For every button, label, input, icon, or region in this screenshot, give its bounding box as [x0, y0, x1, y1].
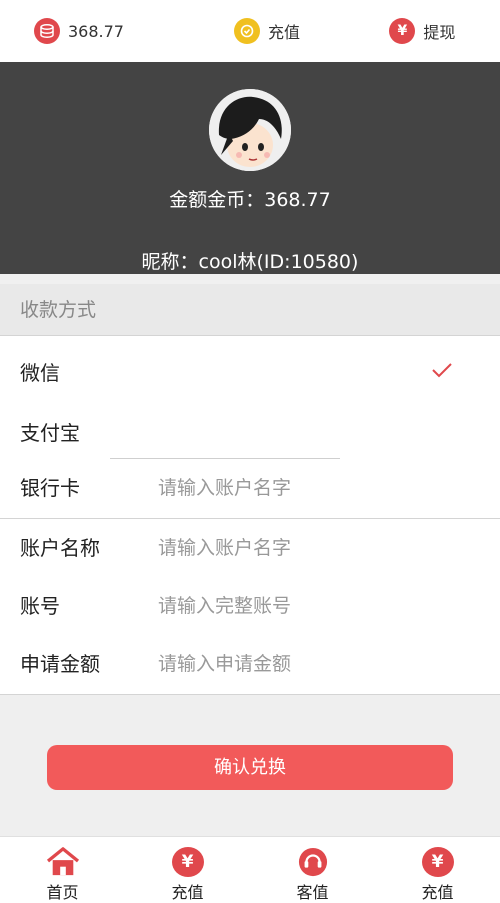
- yen-icon: ¥: [389, 18, 416, 44]
- tab-label: 首页: [46, 883, 79, 902]
- home-icon: [46, 847, 79, 876]
- recharge-label: 充值: [267, 23, 300, 42]
- amount-label: 申请金额: [20, 652, 100, 676]
- account-number-label: 账号: [20, 594, 60, 618]
- coins-icon: [34, 18, 60, 44]
- profile-header: 金额金币：368.77 昵称：cool林(ID:10580): [0, 62, 500, 274]
- account-name-input[interactable]: 请输入账户名字: [158, 519, 291, 577]
- bank-input[interactable]: 请输入账户名字: [158, 459, 291, 517]
- tab-label: 充值: [421, 883, 454, 902]
- coins-balance: 金额金币：368.77: [169, 189, 331, 211]
- balance-value: 368.77: [68, 21, 124, 41]
- yen-icon: ¥: [171, 847, 204, 877]
- recharge-icon: [233, 18, 260, 44]
- account-number-row: 账号 请输入完整账号: [0, 577, 500, 635]
- service-icon: [298, 847, 327, 877]
- tab-home[interactable]: 首页: [0, 837, 125, 903]
- bank-card-row[interactable]: 银行卡 请输入账户名字: [0, 459, 500, 517]
- tab-recharge[interactable]: ¥ 充值: [125, 837, 250, 903]
- tab-label: 充值: [171, 883, 204, 902]
- section-title: 收款方式: [0, 284, 500, 336]
- recharge-link[interactable]: 充值: [189, 18, 344, 44]
- amount-input[interactable]: 请输入申请金额: [158, 635, 291, 693]
- top-bar: 368.77 充值 ¥ 提现: [0, 0, 500, 62]
- payment-option-bank[interactable]: 银行卡: [20, 459, 80, 517]
- confirm-exchange-button[interactable]: 确认兑换: [47, 745, 453, 790]
- nickname: 昵称：cool林(ID:10580): [141, 251, 359, 273]
- tab-service[interactable]: 客值: [250, 837, 375, 903]
- avatar[interactable]: [209, 89, 291, 171]
- divider: [0, 274, 500, 284]
- yen-icon: ¥: [421, 847, 454, 877]
- balance-item: 368.77: [0, 18, 189, 44]
- bottom-tab-bar: 首页 ¥ 充值 客值 ¥ 充值: [0, 836, 500, 903]
- withdraw-label: 提现: [423, 23, 456, 42]
- withdraw-link[interactable]: ¥ 提现: [345, 18, 500, 44]
- account-name-row: 账户名称 请输入账户名字: [0, 519, 500, 577]
- check-icon: [432, 363, 452, 378]
- account-name-label: 账户名称: [20, 536, 100, 560]
- account-number-input[interactable]: 请输入完整账号: [158, 577, 291, 635]
- amount-row: 申请金额 请输入申请金额: [0, 635, 500, 693]
- payment-option-alipay[interactable]: 支付宝: [20, 417, 80, 446]
- tab-recharge-2[interactable]: ¥ 充值: [375, 837, 500, 903]
- payment-option-wechat[interactable]: 微信: [20, 357, 60, 386]
- tab-label: 客值: [296, 883, 329, 902]
